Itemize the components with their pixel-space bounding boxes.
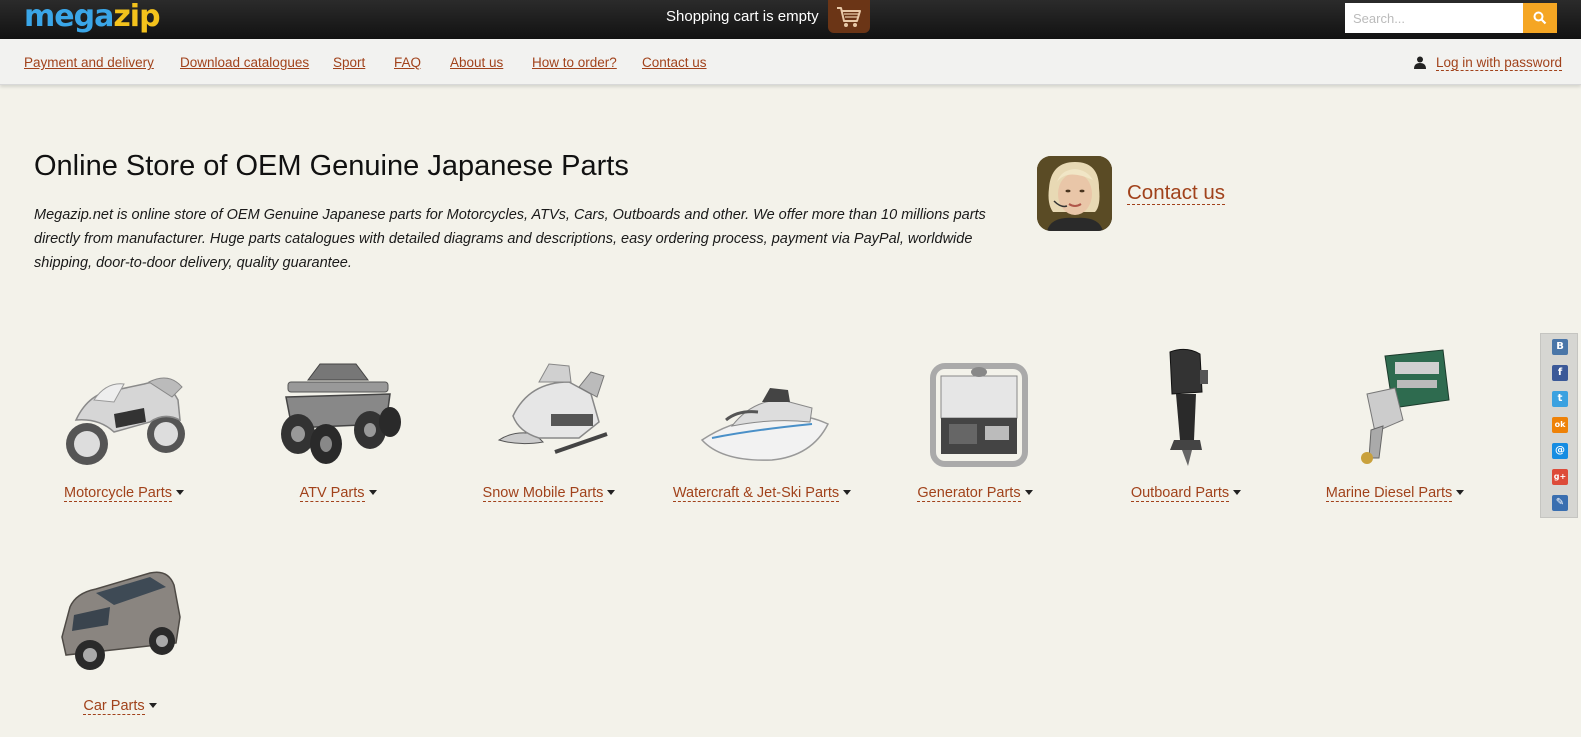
nav-faq[interactable]: FAQ xyxy=(394,55,421,70)
user-icon xyxy=(1414,56,1426,69)
category-label: Car Parts xyxy=(83,698,145,715)
caret-down-icon xyxy=(1456,490,1465,496)
twitter-icon[interactable]: t xyxy=(1552,391,1568,407)
shopping-cart-icon xyxy=(837,6,861,27)
outboard-motor-icon xyxy=(1169,348,1208,466)
category-generator[interactable]: Generator Parts xyxy=(875,342,1075,502)
vk-icon[interactable]: B xyxy=(1552,339,1568,355)
search-input[interactable] xyxy=(1345,3,1523,33)
contact-us-link[interactable]: Contact us xyxy=(1127,181,1225,205)
caret-down-icon xyxy=(607,490,616,496)
cart-button[interactable] xyxy=(828,0,870,33)
nav-contact-us[interactable]: Contact us xyxy=(642,55,707,70)
car-icon xyxy=(61,571,181,670)
mail-icon[interactable]: @ xyxy=(1552,443,1568,459)
caret-down-icon xyxy=(1024,490,1033,496)
motorcycle-icon xyxy=(66,377,185,465)
cart-status: Shopping cart is empty xyxy=(666,8,819,25)
page-title: Online Store of OEM Genuine Japanese Par… xyxy=(34,150,629,182)
category-motorcycle[interactable]: Motorcycle Parts xyxy=(24,342,224,502)
nav-sport[interactable]: Sport xyxy=(333,55,365,70)
logo[interactable]: megazip xyxy=(24,0,161,34)
caret-down-icon xyxy=(175,490,184,496)
jetski-icon xyxy=(700,388,830,461)
atv-icon xyxy=(281,363,401,464)
facebook-icon[interactable]: f xyxy=(1552,365,1568,381)
marine-diesel-icon xyxy=(1361,349,1450,464)
category-outboard[interactable]: Outboard Parts xyxy=(1086,342,1286,502)
category-label: Snow Mobile Parts xyxy=(482,485,604,502)
search-icon xyxy=(1533,11,1547,25)
store-description: Megazip.net is online store of OEM Genui… xyxy=(34,207,986,271)
nav-how-to-order[interactable]: How to order? xyxy=(532,55,617,70)
category-car[interactable]: Car Parts xyxy=(20,555,220,715)
category-watercraft[interactable]: Watercraft & Jet-Ski Parts xyxy=(662,342,862,502)
caret-down-icon xyxy=(1233,490,1242,496)
bookmark-icon[interactable]: ✎ xyxy=(1552,495,1568,511)
main-nav: Payment and delivery Download catalogues… xyxy=(0,39,1581,85)
category-marine-diesel[interactable]: Marine Diesel Parts xyxy=(1295,342,1495,502)
support-agent-photo xyxy=(1037,156,1112,231)
category-snowmobile[interactable]: Snow Mobile Parts xyxy=(449,342,649,502)
odnoklassniki-icon[interactable]: ok xyxy=(1552,417,1568,433)
snowmobile-icon xyxy=(497,363,608,454)
category-label: Marine Diesel Parts xyxy=(1325,485,1453,502)
caret-down-icon xyxy=(843,490,852,496)
nav-about-us[interactable]: About us xyxy=(450,55,503,70)
caret-down-icon xyxy=(368,490,377,496)
nav-download-catalogues[interactable]: Download catalogues xyxy=(180,55,309,70)
support-avatar[interactable] xyxy=(1037,156,1112,231)
top-bar: megazip Shopping cart is empty xyxy=(0,0,1581,39)
google-plus-icon[interactable]: g+ xyxy=(1552,469,1568,485)
search-button[interactable] xyxy=(1523,3,1557,33)
login-link[interactable]: Log in with password xyxy=(1436,55,1563,71)
category-label: Outboard Parts xyxy=(1130,485,1230,502)
nav-payment-delivery[interactable]: Payment and delivery xyxy=(24,55,154,70)
generator-icon xyxy=(930,363,1028,467)
category-label: ATV Parts xyxy=(299,485,365,502)
category-atv[interactable]: ATV Parts xyxy=(238,342,438,502)
social-share-bar: B f t ok @ g+ ✎ xyxy=(1540,333,1578,518)
caret-down-icon xyxy=(148,703,157,709)
category-label: Motorcycle Parts xyxy=(64,485,172,502)
category-label: Watercraft & Jet-Ski Parts xyxy=(672,485,840,502)
category-label: Generator Parts xyxy=(917,485,1021,502)
